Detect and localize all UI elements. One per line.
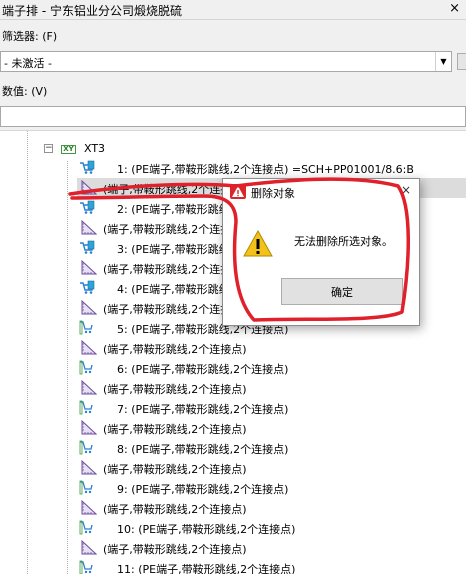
connection-ruler-icon: [81, 379, 98, 395]
value-input[interactable]: [0, 106, 466, 127]
tree-row-label: 9: (PE端子,带鞍形跳线,2个连接点): [117, 483, 289, 496]
tree-row[interactable]: (端子,带鞍形跳线,2个连接点): [77, 378, 466, 398]
tree-row[interactable]: 6: (PE端子,带鞍形跳线,2个连接点): [77, 358, 466, 378]
tree-row-label: 10: (PE端子,带鞍形跳线,2个连接点): [117, 523, 296, 536]
terminal-list-icon: [79, 440, 95, 455]
delete-object-dialog: 删除对象 × 无法删除所选对象。 确定: [222, 178, 420, 326]
tree-guide-line: [67, 161, 68, 574]
tree-row-label: 7: (PE端子,带鞍形跳线,2个连接点): [117, 403, 289, 416]
tree-row[interactable]: 7: (PE端子,带鞍形跳线,2个连接点): [77, 398, 466, 418]
connection-ruler-icon: [81, 219, 98, 235]
close-icon[interactable]: ×: [401, 183, 411, 197]
tree-row-label: 6: (PE端子,带鞍形跳线,2个连接点): [117, 363, 289, 376]
filter-select[interactable]: - 未激活 - ▼: [0, 51, 452, 72]
tree-row[interactable]: (端子,带鞍形跳线,2个连接点): [77, 538, 466, 558]
terminal-cart-icon: [79, 280, 95, 295]
tree-row-label: (端子,带鞍形跳线,2个连接点): [103, 343, 247, 356]
filter-options-button[interactable]: [457, 53, 466, 70]
connection-ruler-icon: [81, 419, 98, 435]
dialog-message: 无法删除所选对象。: [294, 235, 393, 248]
tree-row-label: (端子,带鞍形跳线,2个连接点): [103, 463, 247, 476]
tree-row-label: (端子,带鞍形跳线,2个连接点): [103, 383, 247, 396]
filter-panel: 筛选器: (F) - 未激活 - ▼ 数值: (V): [0, 20, 466, 130]
chevron-down-icon[interactable]: ▼: [435, 52, 451, 71]
terminal-list-icon: [79, 360, 95, 375]
ok-button[interactable]: 确定: [281, 278, 403, 305]
connection-ruler-icon: [81, 539, 98, 555]
filter-select-value: - 未激活 -: [4, 57, 52, 70]
tree-row[interactable]: (端子,带鞍形跳线,2个连接点): [77, 418, 466, 438]
tree-row[interactable]: (端子,带鞍形跳线,2个连接点): [77, 498, 466, 518]
connection-ruler-icon: [81, 499, 98, 515]
tree-row-label: (端子,带鞍形跳线,2个连接点): [103, 543, 247, 556]
connection-ruler-icon: [81, 299, 98, 315]
app-warning-icon: [230, 184, 246, 199]
window-title: 端子排 - 宁东铝业分公司煅烧脱硫: [2, 4, 182, 18]
connection-ruler-icon: [81, 459, 98, 475]
tree-row[interactable]: 10: (PE端子,带鞍形跳线,2个连接点): [77, 518, 466, 538]
value-label: 数值: (V): [2, 85, 48, 98]
close-icon[interactable]: ×: [449, 1, 460, 16]
collapse-icon[interactable]: −: [44, 144, 53, 153]
terminal-list-icon: [79, 480, 95, 495]
tree-row-label: (端子,带鞍形跳线,2个连接点): [103, 503, 247, 516]
tree-guide-line: [27, 131, 28, 574]
tree-row[interactable]: 1: (PE端子,带鞍形跳线,2个连接点) =SCH+PP01001/8.6:B: [77, 158, 466, 178]
dialog-title: 删除对象: [251, 187, 295, 200]
terminal-cart-icon: [79, 200, 95, 215]
terminal-list-icon: [79, 560, 95, 574]
terminal-list-icon: [79, 320, 95, 335]
terminal-list-icon: [79, 400, 95, 415]
terminal-cart-icon: [79, 240, 95, 255]
tree-row-label: 8: (PE端子,带鞍形跳线,2个连接点): [117, 443, 289, 456]
connection-ruler-icon: [81, 259, 98, 275]
tree-row[interactable]: 8: (PE端子,带鞍形跳线,2个连接点): [77, 438, 466, 458]
filter-label: 筛选器: (F): [2, 30, 58, 43]
connection-ruler-icon: [81, 179, 98, 195]
tree-row[interactable]: (端子,带鞍形跳线,2个连接点): [77, 338, 466, 358]
tree-row[interactable]: 9: (PE端子,带鞍形跳线,2个连接点): [77, 478, 466, 498]
tree-row-label: 11: (PE端子,带鞍形跳线,2个连接点): [117, 563, 296, 574]
tree-row-label: (端子,带鞍形跳线,2个连接点): [103, 423, 247, 436]
tree-row[interactable]: 11: (PE端子,带鞍形跳线,2个连接点): [77, 558, 466, 574]
connection-ruler-icon: [81, 339, 98, 355]
tree-row-label: 1: (PE端子,带鞍形跳线,2个连接点) =SCH+PP01001/8.6:B: [117, 163, 414, 176]
window-titlebar: 端子排 - 宁东铝业分公司煅烧脱硫 ×: [0, 0, 466, 20]
tree-row[interactable]: (端子,带鞍形跳线,2个连接点): [77, 458, 466, 478]
warning-icon: [243, 230, 273, 257]
dialog-titlebar: 删除对象 ×: [223, 179, 419, 204]
terminal-cart-icon: [79, 160, 95, 175]
tree-group-label: XT3: [84, 142, 106, 155]
terminal-list-icon: [79, 520, 95, 535]
terminal-strip-icon: XY: [61, 145, 76, 154]
